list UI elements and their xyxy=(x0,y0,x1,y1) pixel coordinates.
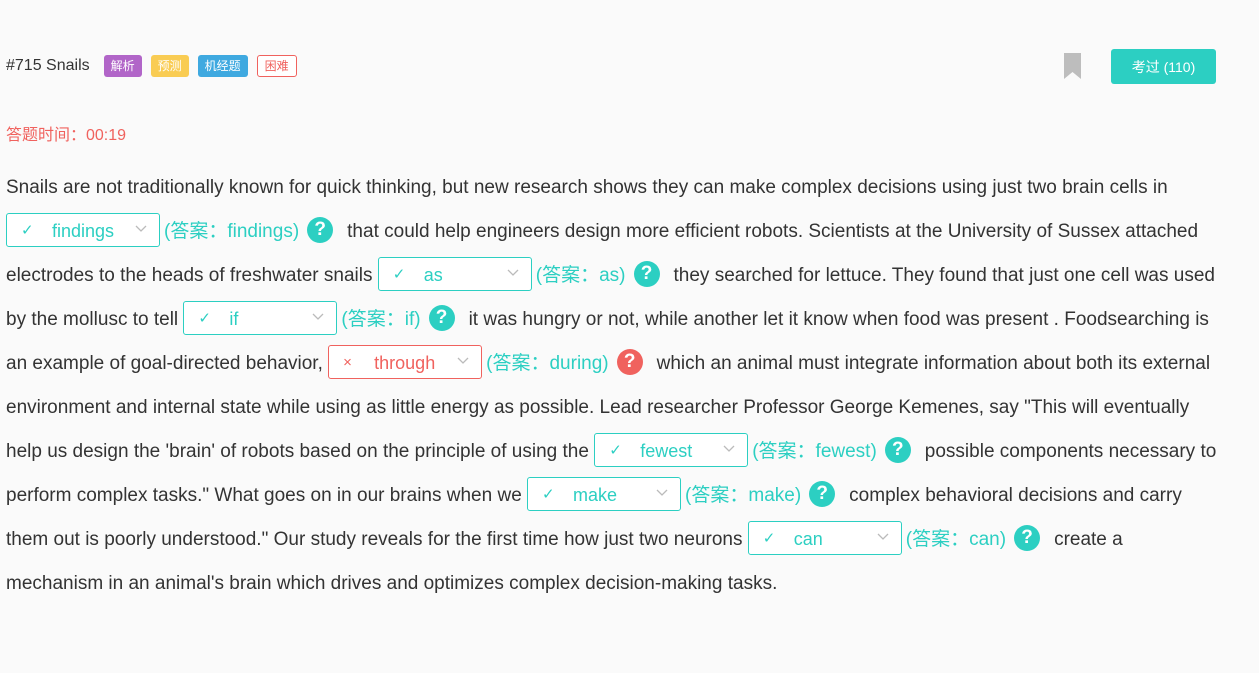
check-icon: ✓ xyxy=(762,529,776,547)
answer-timer: 答题时间：00:19 xyxy=(6,127,127,144)
correct-answer: (答案：make) xyxy=(685,485,802,506)
correct-answer: (答案：can) xyxy=(905,529,1007,550)
help-circle-icon[interactable]: ? xyxy=(633,260,660,287)
chevron-down-icon xyxy=(507,269,519,276)
blank-select-6[interactable]: ✓ make xyxy=(527,476,682,511)
chevron-down-icon xyxy=(312,313,324,320)
check-icon: ✓ xyxy=(392,265,406,283)
tag-machine-exam[interactable]: 机经题 xyxy=(197,55,248,77)
chevron-down-icon xyxy=(656,489,668,496)
check-icon: ✓ xyxy=(21,221,34,239)
check-icon: ✓ xyxy=(609,441,622,459)
passage-text: Snails are not traditionally known for q… xyxy=(6,177,1168,198)
blank-selected-value: through xyxy=(374,352,436,373)
blank-select-2[interactable]: ✓ as xyxy=(377,256,532,291)
tag-analysis[interactable]: 解析 xyxy=(103,55,142,77)
correct-answer: (答案：if) xyxy=(341,309,421,330)
blank-selected-value: make xyxy=(573,484,618,505)
blank-selected-value: as xyxy=(423,264,443,285)
help-circle-icon[interactable]: ? xyxy=(428,304,455,331)
question-header: #715 Snails 解析 预测 机经题 困难 xyxy=(6,53,306,79)
help-circle-icon[interactable]: ? xyxy=(884,436,911,463)
help-circle-icon[interactable]: ? xyxy=(616,348,643,375)
chevron-down-icon xyxy=(457,357,469,364)
blank-select-7[interactable]: ✓ can xyxy=(747,520,902,555)
help-circle-icon[interactable]: ? xyxy=(809,480,836,507)
blank-selected-value: can xyxy=(793,528,823,549)
blank-selected-value: if xyxy=(229,308,239,329)
check-icon: ✓ xyxy=(542,485,555,503)
blank-select-4[interactable]: × through xyxy=(328,344,483,379)
correct-answer: (答案：findings) xyxy=(164,221,300,242)
correct-answer: (答案：during) xyxy=(486,353,609,374)
passage: Snails are not traditionally known for q… xyxy=(6,166,1221,606)
exam-count-button[interactable]: 考过 (110) xyxy=(1111,49,1216,84)
blank-selected-value: findings xyxy=(52,220,115,241)
tag-difficulty: 困难 xyxy=(256,55,297,77)
chevron-down-icon xyxy=(723,445,735,452)
question-title: #715 Snails xyxy=(6,57,90,74)
chevron-down-icon xyxy=(135,225,147,232)
help-circle-icon[interactable]: ? xyxy=(307,216,334,243)
blank-selected-value: fewest xyxy=(640,440,693,461)
blank-select-1[interactable]: ✓ findings xyxy=(6,212,160,247)
tag-prediction[interactable]: 预测 xyxy=(150,55,189,77)
help-circle-icon[interactable]: ? xyxy=(1014,524,1041,551)
correct-answer: (答案：fewest) xyxy=(752,441,877,462)
blank-select-5[interactable]: ✓ fewest xyxy=(594,432,749,467)
correct-answer: (答案：as) xyxy=(535,265,626,286)
cross-icon: × xyxy=(343,353,352,371)
check-icon: ✓ xyxy=(198,309,211,327)
blank-select-3[interactable]: ✓ if xyxy=(183,300,338,335)
bookmark-icon[interactable] xyxy=(1064,53,1081,79)
chevron-down-icon xyxy=(877,533,889,540)
